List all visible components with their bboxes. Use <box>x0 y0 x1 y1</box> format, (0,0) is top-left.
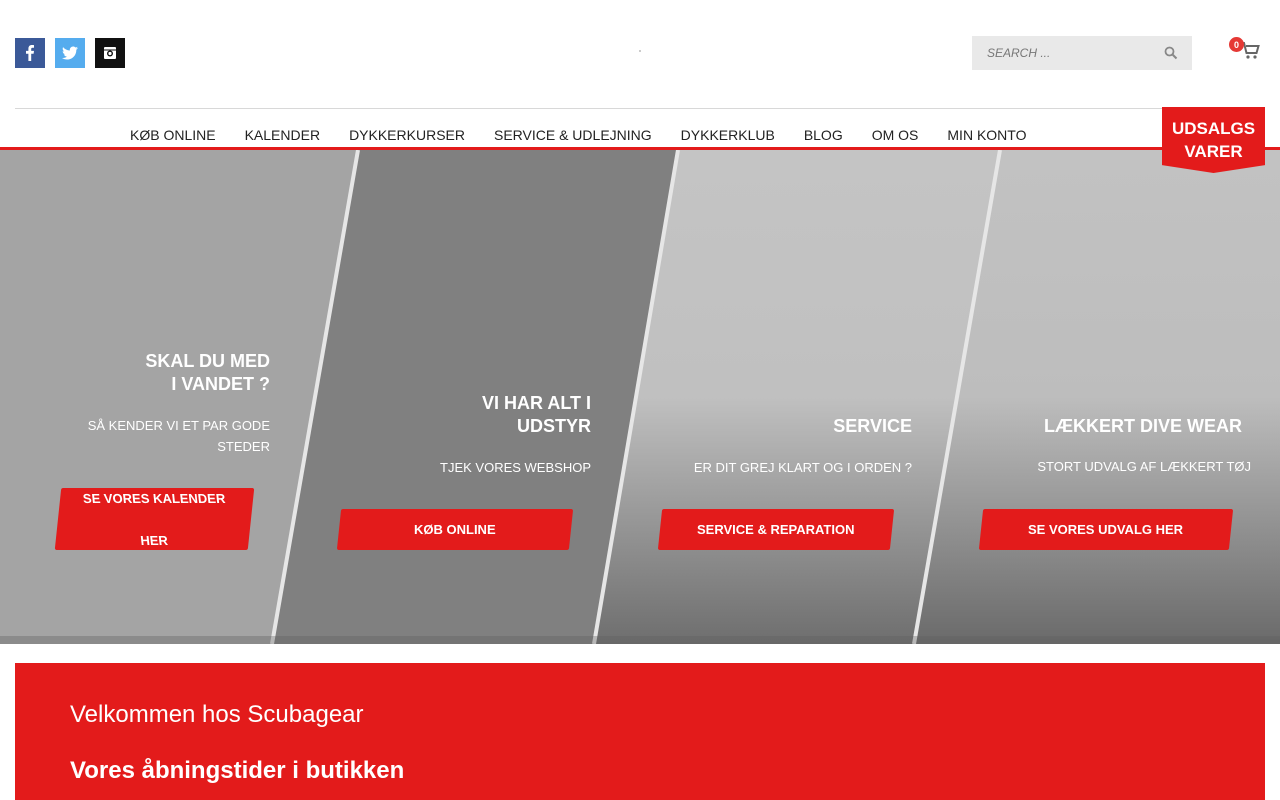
nav-item-kalender[interactable]: KALENDER <box>245 127 320 143</box>
panel-text: STORT UDVALG AF LÆKKERT TØJ <box>1037 459 1251 474</box>
button-label: KØB ONLINE <box>414 522 496 537</box>
panel-title: LÆKKERT DIVE WEAR <box>1044 416 1242 436</box>
welcome-title: Velkommen hos Scubagear <box>70 701 364 728</box>
panel-text: TJEK VORES WEBSHOP <box>440 460 591 475</box>
panel-title-line: VI HAR ALT I <box>482 393 591 413</box>
search-box <box>972 36 1192 70</box>
logo-placeholder <box>639 50 641 52</box>
nav-item-kob-online[interactable]: KØB ONLINE <box>130 127 216 143</box>
panel-text-line: SÅ KENDER VI ET PAR GODE <box>87 418 270 433</box>
see-selection-button[interactable]: SE VORES UDVALG HER <box>978 509 1234 550</box>
panel-text: ER DIT GREJ KLART OG I ORDEN ? <box>693 460 912 475</box>
nav-item-min-konto[interactable]: MIN KONTO <box>947 127 1026 143</box>
main-nav: KØB ONLINE KALENDER DYKKERKURSER SERVICE… <box>130 127 1055 143</box>
sale-badge-line1: UDSALGS <box>1171 119 1256 138</box>
facebook-icon[interactable] <box>15 38 45 68</box>
twitter-icon[interactable] <box>55 38 85 68</box>
service-repair-button[interactable]: SERVICE & REPARATION <box>657 509 895 550</box>
nav-item-dykkerklub[interactable]: DYKKERKLUB <box>681 127 775 143</box>
hero-panel-service: SERVICE ER DIT GREJ KLART OG I ORDEN ? <box>660 415 912 478</box>
calendar-button[interactable]: SE VORES KALENDER HER <box>54 488 255 550</box>
button-label-line: HER <box>139 532 170 548</box>
opening-hours-title: Vores åbningstider i butikken <box>70 757 405 784</box>
panel-title-line: SKAL DU MED <box>145 351 270 371</box>
welcome-section: Velkommen hos Scubagear Vores åbningstid… <box>15 663 1265 800</box>
nav-item-dykkerkurser[interactable]: DYKKERKURSER <box>349 127 465 143</box>
panel-text-line: STEDER <box>217 439 270 454</box>
search-input[interactable] <box>972 46 1152 60</box>
button-label: SERVICE & REPARATION <box>697 522 855 537</box>
buy-online-button[interactable]: KØB ONLINE <box>336 509 574 550</box>
button-label-line: SE VORES KALENDER <box>82 490 227 506</box>
sale-badge-button[interactable]: UDSALGS VARER <box>1162 107 1265 173</box>
hero-panel-calendar: SKAL DU MED I VANDET ? SÅ KENDER VI ET PA… <box>60 350 270 457</box>
hero-panel-divewear: LÆKKERT DIVE WEAR <box>1000 415 1242 438</box>
hero-panel-webshop: VI HAR ALT I UDSTYR TJEK VORES WEBSHOP <box>380 392 591 478</box>
instagram-icon[interactable] <box>95 38 125 68</box>
hero-banner: SKAL DU MED I VANDET ? SÅ KENDER VI ET PA… <box>0 150 1280 644</box>
panel-title: SERVICE <box>833 416 912 436</box>
cart-count-badge: 0 <box>1229 37 1244 52</box>
button-label: SE VORES UDVALG HER <box>1028 522 1184 537</box>
nav-item-service-udlejning[interactable]: SERVICE & UDLEJNING <box>494 127 652 143</box>
panel-title-line: I VANDET ? <box>171 374 270 394</box>
social-links <box>15 38 125 68</box>
search-icon[interactable] <box>1164 46 1178 60</box>
panel-title-line: UDSTYR <box>516 416 591 436</box>
nav-item-om-os[interactable]: OM OS <box>872 127 919 143</box>
header-divider <box>15 108 1265 109</box>
cart-button[interactable]: 0 <box>1229 37 1262 64</box>
sale-badge-line2: VARER <box>1184 142 1243 161</box>
nav-item-blog[interactable]: BLOG <box>804 127 843 143</box>
